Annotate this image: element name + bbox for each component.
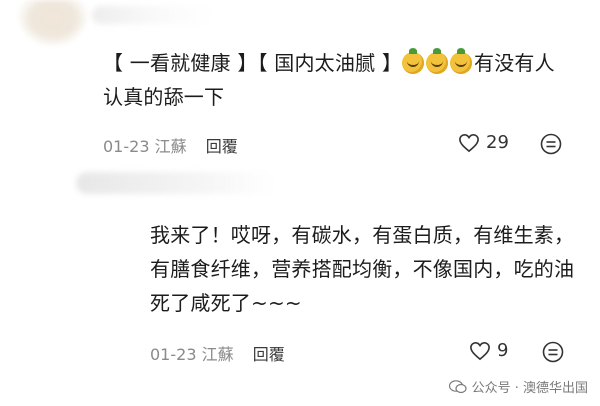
like-count: 29 (486, 132, 509, 153)
comment-text: 我来了！哎呀，有碳水，有蛋白质，有维生素，有膳食纤维，营养搭配均衡，不像国内，吃… (150, 223, 575, 315)
username-blurred[interactable] (92, 6, 212, 24)
like-button[interactable]: 29 (458, 132, 509, 153)
heart-icon (470, 341, 490, 360)
avatar[interactable] (18, 0, 88, 46)
comment-date: 01-23 (150, 345, 197, 364)
emoji-icon (450, 48, 473, 74)
comment-text: 【 一看就健康 】【 国内太油腻 】有没有人认真的舔一下 (103, 46, 573, 114)
emoji-icon (426, 48, 449, 74)
comment-location: 江蘇 (201, 345, 234, 364)
comment-options-icon[interactable] (542, 341, 564, 363)
reply-button[interactable]: 回覆 (253, 345, 285, 364)
watermark: 公众号 · 澳德华出国 (448, 377, 588, 396)
comment-options-icon[interactable] (540, 133, 562, 155)
reply-button[interactable]: 回覆 (206, 137, 238, 156)
like-count: 9 (497, 340, 509, 361)
watermark-text: 公众号 · 澳德华出国 (471, 381, 588, 396)
heart-icon (459, 133, 479, 152)
comment-location: 江蘇 (154, 137, 187, 156)
comment-meta: 01-23 江蘇 回覆 (150, 341, 285, 365)
username-blurred[interactable] (76, 172, 276, 194)
like-button[interactable]: 9 (469, 340, 508, 361)
comment-meta: 01-23 江蘇 回覆 (103, 133, 238, 157)
emoji-icon (402, 48, 425, 74)
comment-date: 01-23 (103, 137, 150, 156)
wechat-icon (448, 379, 467, 393)
comment-text-part: 【 一看就健康 】【 国内太油腻 】 (103, 51, 403, 75)
